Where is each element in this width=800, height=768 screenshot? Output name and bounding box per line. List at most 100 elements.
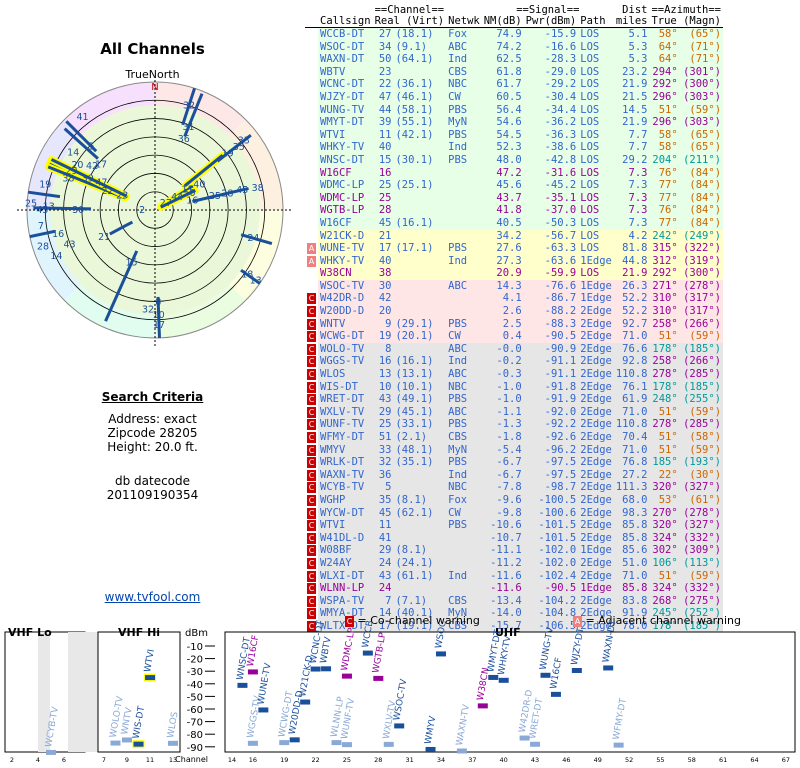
cell-pwr: -104.2 [538,594,577,607]
cell-call: WCYB-TV [320,481,365,494]
header-nm: NM(dB) [483,15,522,27]
station-row: A WHKY-TV 40 Ind 27.3 -63.6 1Edge 44.8 312° (319°… [305,254,724,268]
cell-virt: (10.1) [395,380,434,393]
cell-net: CW [448,90,461,103]
cell-mag: (275°) [683,594,722,607]
channel-label: 17 [153,320,165,331]
x-tick-label: 4 [36,756,40,764]
cell-dist: 7.3 [628,191,648,204]
cell-path: LOS [580,204,600,217]
cell-path: 2Edge [580,594,612,607]
search-address: Address: exact [108,412,197,426]
cell-pwr: -50.3 [544,216,577,229]
station-row: C WYCW-DT 45 (62.1) CW -9.8 -100.6 2Edge 98.3 270… [305,506,724,520]
warning-cell: C [305,431,318,444]
cell-virt: (55.1) [395,116,434,129]
cell-call: WTVI [320,128,346,141]
warning-cell: C [305,380,318,394]
cochannel-warning-icon: C [307,557,316,569]
power-bar [540,672,551,678]
cell-mag: (84°) [689,191,722,204]
warning-cell: C [305,305,318,318]
cell-nm: -11.6 [490,582,522,595]
cell-pwr: -88.2 [544,305,577,318]
power-bar [456,748,467,754]
warning-cell: C [305,393,318,406]
station-row: W16CF 45 (16.1) 40.5 -50.3 LOS 7.3 77° (84°) [305,216,724,230]
cell-mag: (278°) [683,279,722,292]
power-bar [331,740,342,746]
cell-pwr: -92.2 [544,418,577,431]
cell-dist: 61.9 [622,393,648,406]
cell-nm: -9.8 [496,506,522,519]
cell-tru: 315° [652,242,678,255]
vhf-lo-label: VHF Lo [8,626,52,639]
station-row: WJZY-DT 47 (46.1) CW 60.5 -30.4 LOS 21.5 296° (30… [305,90,724,104]
cell-net [446,217,482,230]
cell-net: PBS [448,128,468,141]
cell-mag: (84°) [689,204,722,217]
cell-pwr: -96.2 [544,443,577,456]
channel-label: 35 [233,142,245,153]
cell-tru: 77° [658,179,678,192]
cell-net: PBS [448,418,468,431]
cell-tru: 242° [652,229,678,242]
cell-path: LOS [580,65,600,78]
cell-nm: 74.2 [496,40,522,53]
warning-cell: C [305,355,318,369]
power-bar [289,737,300,743]
y-tick-label: -80 [187,730,203,741]
north-marker: N [151,82,158,93]
cell-dist: 27.2 [622,468,648,481]
channel-label: 24 [247,233,259,244]
cell-real: 27 [378,28,392,40]
cell-pwr: -38.6 [544,141,577,154]
channel-axis-label: Channel [175,755,208,764]
cell-mag: (71°) [689,53,722,66]
cell-dist: 76.6 [622,342,648,355]
cell-tru: 310° [652,292,678,305]
cell-tru: 324° [652,531,678,544]
cell-dist: 71.0 [622,330,648,343]
power-bar [530,741,541,747]
y-tick-label: -20 [187,655,203,666]
cell-net: Ind [448,141,468,154]
cell-path: LOS [580,242,600,255]
cell-call: WFMY-DT [320,431,365,443]
cell-virt [393,66,446,79]
warning-cell [305,78,318,91]
cell-real: 20 [378,305,392,318]
cell-tru: 51° [658,330,678,343]
cell-call: WYCW-DT [320,506,365,519]
cell-path: 1Edge [580,254,612,267]
x-tick-label: 43 [531,756,539,764]
tvfool-link[interactable]: www.tvfool.com [0,590,305,604]
cell-dist: 71.0 [622,405,648,418]
power-bar [362,650,373,656]
cell-call: W16CF [320,166,352,179]
spectrum-chart: VHF Lo VHF Hi UHFdBm-10-20-30-40-50-60-70-… [4,620,796,764]
adjacent-warning-icon: A [307,255,316,267]
cochannel-warning-icon: C [307,482,316,494]
cell-call: WTVI [320,519,346,532]
cell-virt: (62.1) [395,506,434,519]
cell-virt: (24.1) [395,556,434,569]
cell-virt: (7.1) [395,594,428,607]
cell-mag: (211°) [683,153,722,166]
cell-mag: (58°) [689,431,722,443]
cell-call: W21CK-D [320,229,365,242]
cell-mag: (59°) [689,569,722,582]
power-bar [122,737,132,743]
cell-dist: 76.1 [622,380,648,393]
channel-label: 32 [142,305,154,316]
station-row: C WGHP 35 (8.1) Fox -9.6 -100.5 2Edge 68.0 53° (61… [305,493,724,507]
cell-pwr: -37.0 [544,204,577,217]
cell-path: 2Edge [580,456,612,469]
cell-call: WCWG-DT [320,330,365,343]
power-bar [550,691,561,697]
cell-call: WUNG-TV [320,103,365,116]
channel-label: 25 [25,199,37,210]
cell-real: 42 [378,292,392,305]
cell-dist: 71.0 [622,443,648,456]
cell-net: ABC [448,405,468,418]
